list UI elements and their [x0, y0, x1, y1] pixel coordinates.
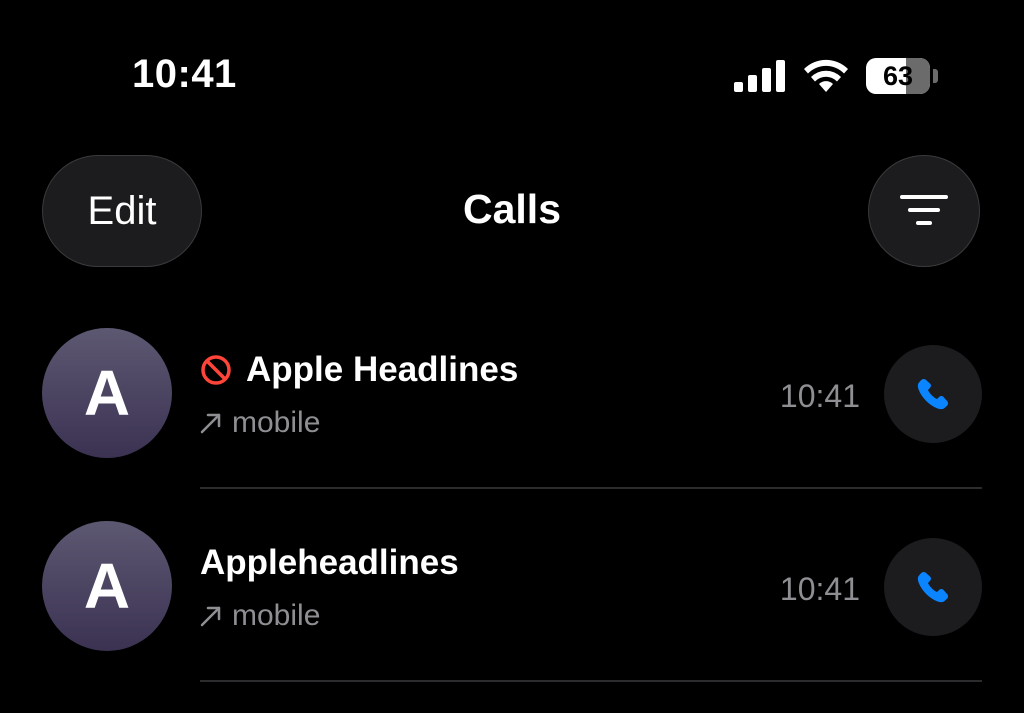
call-row[interactable]: A Apple Headlines mobile 10:41	[0, 328, 1024, 520]
battery-level: 63	[882, 61, 914, 91]
call-time: 10:41	[779, 571, 860, 607]
contact-name: Appleheadlines	[200, 543, 459, 583]
contact-name-label: Apple Headlines	[246, 350, 519, 389]
avatar: A	[42, 328, 172, 458]
status-time: 10:41	[132, 52, 237, 96]
call-button[interactable]	[884, 345, 982, 443]
wifi-icon	[804, 59, 848, 92]
edit-button[interactable]: Edit	[42, 155, 202, 267]
call-row[interactable]: A Appleheadlines mobile 10:41	[0, 521, 1024, 713]
row-separator	[200, 487, 982, 489]
phone-icon	[917, 378, 949, 410]
contact-name: Apple Headlines	[200, 350, 518, 390]
call-type-label: mobile	[232, 406, 321, 439]
outgoing-arrow-icon	[200, 606, 221, 627]
battery-icon: 63	[866, 58, 940, 94]
call-button[interactable]	[884, 538, 982, 636]
outgoing-arrow-icon	[200, 413, 221, 434]
blocked-icon	[201, 355, 231, 385]
cellular-signal-icon	[734, 60, 785, 92]
filter-icon	[900, 195, 948, 225]
avatar: A	[42, 521, 172, 651]
filter-button[interactable]	[868, 155, 980, 267]
call-type: mobile	[200, 406, 320, 440]
phone-icon	[917, 571, 949, 603]
call-time: 10:41	[779, 378, 860, 414]
contact-name-label: Appleheadlines	[200, 543, 459, 582]
row-separator	[200, 680, 982, 682]
page-title: Calls	[463, 186, 561, 232]
call-type-label: mobile	[232, 599, 321, 632]
call-type: mobile	[200, 599, 320, 633]
